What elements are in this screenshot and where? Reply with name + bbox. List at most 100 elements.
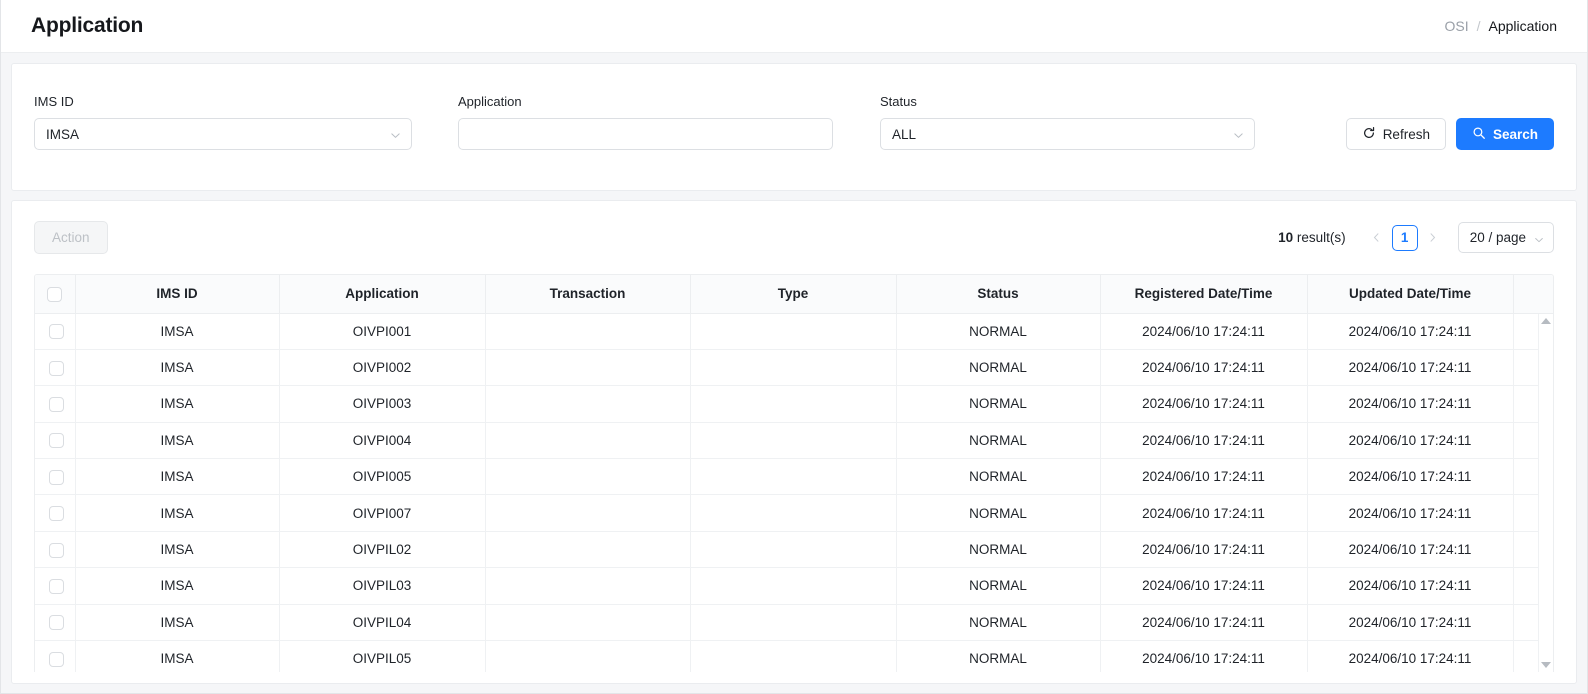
cell-application: OIVPIL02: [279, 531, 485, 567]
breadcrumb-separator: /: [1477, 18, 1481, 34]
triangle-up-icon[interactable]: [1541, 318, 1551, 324]
row-checkbox[interactable]: [49, 397, 64, 412]
row-checkbox[interactable]: [49, 652, 64, 667]
row-checkbox-cell: [35, 604, 75, 640]
cell-updated: 2024/06/10 17:24:11: [1307, 604, 1513, 640]
cell-ims-id: IMSA: [75, 604, 279, 640]
cell-application: OIVPI002: [279, 349, 485, 385]
field-application: Application: [458, 94, 833, 150]
cell-ims-id: IMSA: [75, 641, 279, 672]
chevron-left-icon[interactable]: [1366, 225, 1388, 251]
cell-status: NORMAL: [896, 349, 1100, 385]
cell-updated: 2024/06/10 17:24:11: [1307, 495, 1513, 531]
row-checkbox[interactable]: [49, 361, 64, 376]
cell-ims-id: IMSA: [75, 349, 279, 385]
cell-updated: 2024/06/10 17:24:11: [1307, 386, 1513, 422]
page-size-value: 20 / page: [1470, 230, 1526, 245]
page-number-1[interactable]: 1: [1392, 225, 1418, 251]
cell-transaction: [485, 641, 690, 672]
chevron-down-icon: [1233, 129, 1243, 139]
column-header-status[interactable]: Status: [896, 275, 1100, 313]
ims-id-label: IMS ID: [34, 94, 412, 109]
page-size-select[interactable]: 20 / page: [1458, 222, 1554, 253]
column-header-ims-id[interactable]: IMS ID: [75, 275, 279, 313]
cell-ims-id: IMSA: [75, 459, 279, 495]
data-table-wrapper: IMS ID Application Transaction Type Stat…: [34, 274, 1554, 672]
cell-updated: 2024/06/10 17:24:11: [1307, 641, 1513, 672]
cell-status: NORMAL: [896, 641, 1100, 672]
table-row[interactable]: IMSAOIVPIL04NORMAL2024/06/10 17:24:11202…: [35, 604, 1554, 640]
cell-registered: 2024/06/10 17:24:11: [1100, 604, 1307, 640]
chevron-right-icon[interactable]: [1422, 225, 1444, 251]
cell-registered: 2024/06/10 17:24:11: [1100, 568, 1307, 604]
field-ims-id: IMS ID IMSA: [34, 94, 412, 150]
table-row[interactable]: IMSAOIVPIL02NORMAL2024/06/10 17:24:11202…: [35, 531, 1554, 567]
cell-application: OIVPIL03: [279, 568, 485, 604]
reload-icon: [1362, 126, 1376, 143]
cell-updated: 2024/06/10 17:24:11: [1307, 531, 1513, 567]
cell-updated: 2024/06/10 17:24:11: [1307, 313, 1513, 349]
cell-transaction: [485, 459, 690, 495]
action-button[interactable]: Action: [34, 221, 108, 254]
row-checkbox[interactable]: [49, 433, 64, 448]
table-row[interactable]: IMSAOIVPI007NORMAL2024/06/10 17:24:11202…: [35, 495, 1554, 531]
table-row[interactable]: IMSAOIVPI003NORMAL2024/06/10 17:24:11202…: [35, 386, 1554, 422]
cell-application: OIVPI007: [279, 495, 485, 531]
cell-registered: 2024/06/10 17:24:11: [1100, 495, 1307, 531]
result-count: 10 result(s): [1278, 230, 1346, 245]
column-header-type[interactable]: Type: [690, 275, 896, 313]
column-header-transaction[interactable]: Transaction: [485, 275, 690, 313]
column-header-updated[interactable]: Updated Date/Time: [1307, 275, 1513, 313]
cell-status: NORMAL: [896, 568, 1100, 604]
cell-registered: 2024/06/10 17:24:11: [1100, 422, 1307, 458]
table-row[interactable]: IMSAOIVPIL05NORMAL2024/06/10 17:24:11202…: [35, 641, 1554, 672]
cell-transaction: [485, 531, 690, 567]
cell-application: OIVPI004: [279, 422, 485, 458]
cell-status: NORMAL: [896, 313, 1100, 349]
column-header-application[interactable]: Application: [279, 275, 485, 313]
cell-type: [690, 349, 896, 385]
table-row[interactable]: IMSAOIVPIL03NORMAL2024/06/10 17:24:11202…: [35, 568, 1554, 604]
cell-type: [690, 531, 896, 567]
cell-type: [690, 495, 896, 531]
cell-type: [690, 422, 896, 458]
table-toolbar: Action 10 result(s) 1 20 / page: [12, 201, 1576, 274]
cell-ims-id: IMSA: [75, 495, 279, 531]
cell-transaction: [485, 604, 690, 640]
breadcrumb-root[interactable]: OSI: [1444, 18, 1468, 34]
cell-status: NORMAL: [896, 386, 1100, 422]
table-row[interactable]: IMSAOIVPI002NORMAL2024/06/10 17:24:11202…: [35, 349, 1554, 385]
row-checkbox[interactable]: [49, 543, 64, 558]
row-checkbox[interactable]: [49, 506, 64, 521]
cell-status: NORMAL: [896, 422, 1100, 458]
table-row[interactable]: IMSAOIVPI004NORMAL2024/06/10 17:24:11202…: [35, 422, 1554, 458]
chevron-down-icon: [390, 129, 400, 139]
row-checkbox[interactable]: [49, 324, 64, 339]
column-header-registered[interactable]: Registered Date/Time: [1100, 275, 1307, 313]
cell-application: OIVPIL04: [279, 604, 485, 640]
row-checkbox-cell: [35, 568, 75, 604]
row-checkbox[interactable]: [49, 470, 64, 485]
column-header-spacer: [1513, 275, 1554, 313]
cell-registered: 2024/06/10 17:24:11: [1100, 386, 1307, 422]
row-checkbox-cell: [35, 422, 75, 458]
table-row[interactable]: IMSAOIVPI001NORMAL2024/06/10 17:24:11202…: [35, 313, 1554, 349]
table-row[interactable]: IMSAOIVPI005NORMAL2024/06/10 17:24:11202…: [35, 459, 1554, 495]
select-all-checkbox[interactable]: [47, 287, 62, 302]
row-checkbox[interactable]: [49, 579, 64, 594]
triangle-down-icon[interactable]: [1541, 662, 1551, 668]
ims-id-select[interactable]: IMSA: [34, 118, 412, 150]
pagination: 10 result(s) 1 20 / page: [1278, 222, 1554, 253]
cell-updated: 2024/06/10 17:24:11: [1307, 459, 1513, 495]
status-select[interactable]: ALL: [880, 118, 1255, 150]
application-input-wrap[interactable]: [458, 118, 833, 150]
table-vertical-scrollbar[interactable]: [1538, 314, 1553, 672]
row-checkbox[interactable]: [49, 615, 64, 630]
breadcrumb: OSI / Application: [1444, 18, 1557, 34]
search-button[interactable]: Search: [1456, 118, 1554, 150]
row-checkbox-cell: [35, 349, 75, 385]
search-icon: [1472, 126, 1486, 143]
cell-ims-id: IMSA: [75, 422, 279, 458]
filter-actions: Refresh Search: [1346, 118, 1554, 150]
refresh-button[interactable]: Refresh: [1346, 118, 1446, 150]
